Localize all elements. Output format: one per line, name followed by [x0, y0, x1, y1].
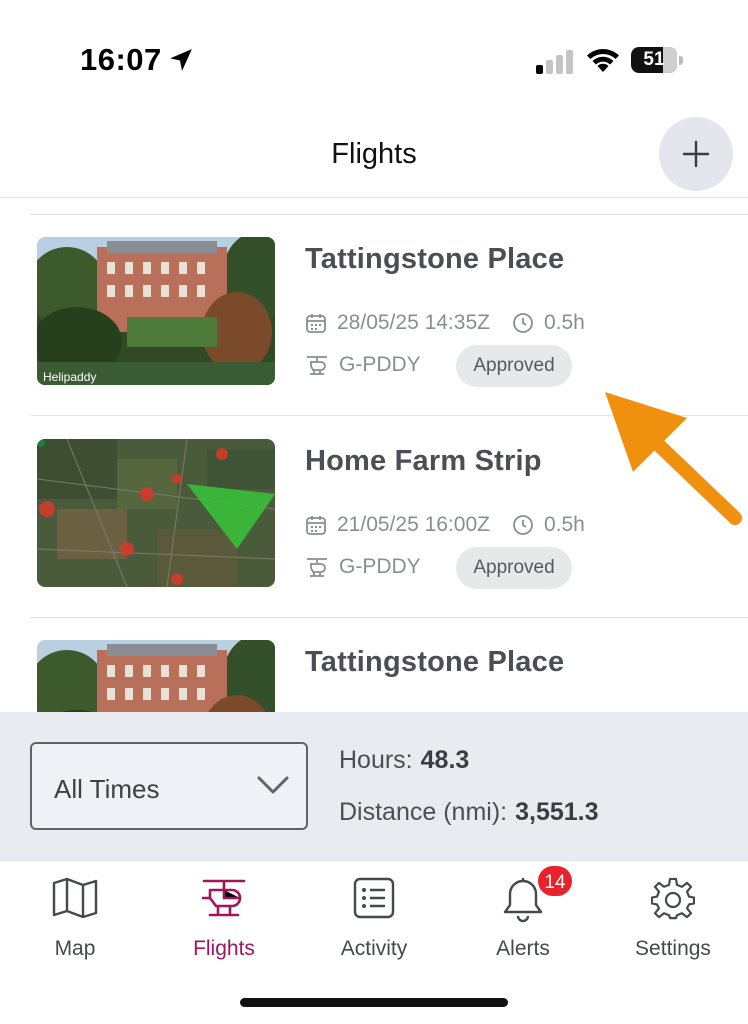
flight-aircraft-row: G-PDDY [305, 555, 421, 579]
status-time: 16:07 [80, 42, 162, 77]
flight-thumbnail [37, 439, 275, 587]
hours-value: 48.3 [420, 746, 470, 774]
gear-icon [651, 877, 695, 920]
flight-duration: 0.5h [543, 513, 585, 536]
annotation-arrow-icon [605, 392, 742, 525]
cellular-signal-icon [536, 50, 573, 74]
tab-alerts-label: Alerts [496, 937, 550, 960]
alerts-count-badge: 14 [536, 864, 574, 898]
battery-level: 51 [643, 49, 665, 70]
flight-aircraft: G-PDDY [339, 555, 421, 578]
calendar-icon [306, 314, 326, 333]
tab-activity-label: Activity [340, 937, 408, 960]
distance-stat: Distance (nmi): 3,551.3 [339, 798, 599, 827]
list-icon [353, 877, 395, 919]
flight-aircraft: G-PDDY [339, 353, 421, 376]
flight-title: Tattingstone Place [305, 243, 565, 275]
distance-label: Distance (nmi): [339, 798, 508, 826]
status-bar: 16:07 51 [0, 0, 748, 110]
distance-value: 3,551.3 [515, 798, 599, 826]
map-icon [52, 877, 98, 919]
flight-duration: 0.5h [543, 311, 585, 334]
page-title: Flights [331, 138, 417, 170]
tab-settings-label: Settings [635, 937, 711, 960]
helicopter-small-icon [307, 558, 327, 577]
summary-bar: All Times Hours: 48.3 Distance (nmi): 3,55… [0, 712, 748, 860]
flight-date: 28/05/25 14:35Z [337, 311, 490, 334]
tab-settings[interactable]: Settings [598, 861, 748, 971]
status-badge: Approved [456, 345, 572, 387]
tab-activity[interactable]: Activity [299, 861, 449, 971]
status-badge: Approved [456, 547, 572, 589]
battery-icon: 51 [631, 47, 683, 73]
tab-map[interactable]: Map [0, 861, 150, 971]
tab-map-label: Map [54, 937, 96, 960]
plus-icon [682, 140, 710, 168]
flight-date-row: 28/05/25 14:35Z 0.5h [305, 311, 585, 335]
add-flight-button[interactable] [659, 117, 733, 191]
period-select[interactable]: All Times [30, 742, 308, 830]
flight-thumbnail: Helipaddy [37, 237, 275, 385]
hours-stat: Hours: 48.3 [339, 746, 469, 775]
calendar-icon [306, 516, 326, 535]
tab-alerts[interactable]: Alerts [448, 861, 598, 971]
helicopter-icon [202, 879, 246, 917]
flight-title: Home Farm Strip [305, 445, 542, 477]
flight-aircraft-row: G-PDDY [305, 353, 421, 377]
tab-flights[interactable]: Flights [149, 861, 299, 971]
thumbnail-watermark: Helipaddy [43, 370, 96, 384]
home-indicator[interactable] [240, 998, 508, 1007]
flight-title: Tattingstone Place [305, 646, 565, 678]
wifi-icon [587, 49, 619, 72]
chevron-down-icon [257, 776, 289, 794]
clock-icon [513, 515, 533, 535]
flight-date-row: 21/05/25 16:00Z 0.5h [305, 513, 585, 537]
clock-icon [513, 313, 533, 333]
header: Flights [0, 110, 748, 198]
flight-row[interactable]: Tattingstone Place [0, 618, 748, 712]
period-select-value: All Times [54, 774, 160, 804]
helicopter-small-icon [307, 356, 327, 375]
flight-thumbnail [37, 640, 275, 712]
flight-date: 21/05/25 16:00Z [337, 513, 490, 536]
location-arrow-icon [170, 49, 192, 71]
hours-label: Hours: [339, 746, 413, 774]
tab-flights-label: Flights [193, 937, 255, 960]
